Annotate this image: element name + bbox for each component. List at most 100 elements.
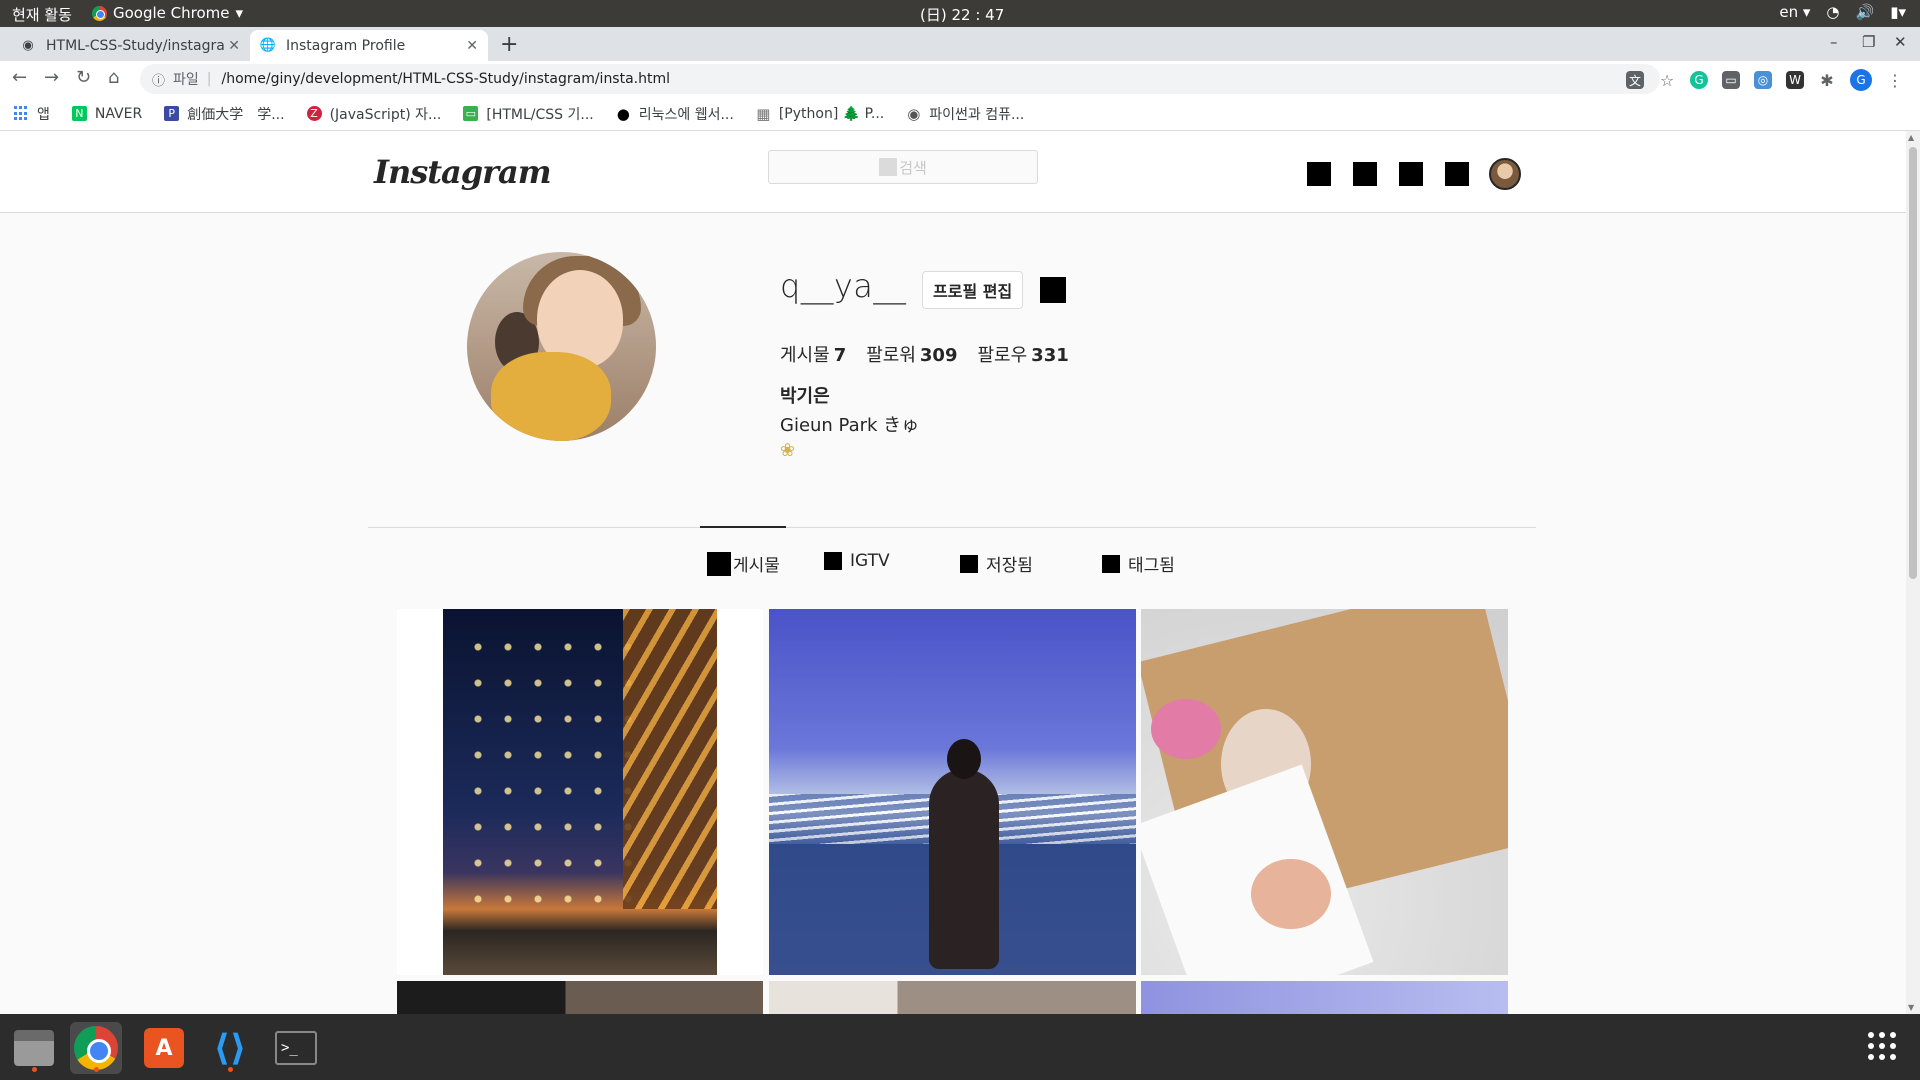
running-indicator — [94, 1067, 99, 1072]
tab-label: 저장됨 — [986, 556, 1033, 576]
bio-flower-icon: ❀ — [780, 440, 796, 461]
nav-profile-avatar[interactable] — [1489, 158, 1521, 190]
search-placeholder: 검색 — [899, 158, 927, 177]
post-thumbnail[interactable] — [397, 981, 763, 1014]
volume-icon: 🔊 — [1855, 3, 1875, 21]
profile-bio: Gieun Park きゅ — [780, 415, 920, 436]
bookmark-z-icon: Z — [306, 106, 322, 121]
tab-saved[interactable]: 저장됨 — [960, 551, 1033, 576]
address-bar[interactable]: ⓘ 파일 | /home/giny/development/HTML-CSS-S… — [140, 64, 1660, 94]
home-nav-icon[interactable] — [1307, 162, 1331, 186]
person-head — [947, 739, 981, 779]
bookmark-javascript[interactable]: Z (JavaScript) 자... — [306, 104, 442, 124]
post-thumbnail[interactable] — [397, 609, 763, 975]
bookmark-python[interactable]: ▦ [Python] 🌲 P... — [756, 104, 885, 123]
browser-toolbar: ← → ↻ ⌂ ⓘ 파일 | /home/giny/development/HT… — [0, 61, 1920, 97]
star-icon[interactable]: ☆ — [1658, 71, 1676, 90]
back-icon[interactable]: ← — [12, 67, 27, 88]
activities-button[interactable]: 현재 활동 — [12, 4, 72, 25]
url-text[interactable]: /home/giny/development/HTML-CSS-Study/in… — [222, 71, 671, 87]
page-scrollbar[interactable]: ▲ ▼ — [1906, 131, 1920, 1014]
terminal-icon: >_ — [275, 1031, 317, 1065]
tab-posts[interactable]: 게시물 — [707, 551, 780, 576]
puzzle-icon[interactable]: ✱ — [1818, 71, 1836, 90]
post-thumbnail[interactable] — [1141, 981, 1508, 1014]
dock-software-store[interactable]: A — [138, 1022, 190, 1074]
info-icon[interactable]: ⓘ — [152, 70, 165, 89]
tab-github[interactable]: ◉ HTML-CSS-Study/instagra ✕ — [10, 30, 250, 61]
explore-icon[interactable] — [1399, 162, 1423, 186]
post-thumbnail[interactable] — [769, 981, 1136, 1014]
tab-igtv[interactable]: IGTV — [824, 551, 890, 571]
running-indicator — [32, 1067, 37, 1072]
dock-files[interactable] — [8, 1022, 60, 1074]
profile-avatar[interactable] — [467, 252, 656, 441]
extension-camera-icon[interactable]: ◎ — [1754, 71, 1772, 89]
github-icon: ◉ — [22, 38, 34, 53]
close-icon[interactable]: ✕ — [228, 38, 240, 54]
profile-username: q__ya__ — [780, 267, 907, 305]
direct-message-icon[interactable] — [1353, 162, 1377, 186]
stat-posts: 게시물 7 — [780, 345, 847, 366]
minimize-icon[interactable]: – — [1830, 33, 1838, 51]
tab-title: Instagram Profile — [286, 37, 406, 54]
scroll-down-icon[interactable]: ▼ — [1908, 1003, 1914, 1012]
language-indicator[interactable]: en ▾ — [1779, 3, 1810, 21]
dock-vscode[interactable]: ⟨⟩ — [204, 1022, 256, 1074]
instagram-logo[interactable]: Instagram — [374, 153, 552, 191]
search-icon — [879, 158, 898, 176]
bookmark-naver[interactable]: N NAVER — [71, 106, 142, 122]
tab-tagged[interactable]: 태그됨 — [1102, 551, 1175, 576]
bookmark-label: 앱 — [37, 106, 50, 123]
app-menu[interactable]: Google Chrome ▾ — [92, 4, 243, 22]
activity-heart-icon[interactable] — [1445, 162, 1469, 186]
scrollbar-thumb[interactable] — [1909, 147, 1917, 579]
apps-grid-icon — [14, 106, 29, 121]
bookmark-html-css[interactable]: ▭ [HTML/CSS 기... — [463, 104, 594, 124]
bookmark-python-computer[interactable]: ◉ 파이썬과 컴퓨... — [906, 104, 1024, 124]
bookmark-soka[interactable]: P 創価大学 学... — [164, 104, 285, 124]
show-applications-icon[interactable] — [1868, 1032, 1896, 1060]
tab-divider — [368, 527, 1536, 528]
home-icon[interactable]: ⌂ — [108, 67, 119, 88]
post-thumbnail[interactable] — [769, 609, 1136, 975]
tab-label: 태그됨 — [1128, 556, 1175, 576]
search-input[interactable]: 검색 — [768, 150, 1038, 184]
system-tray[interactable]: en ▾ ◔ 🔊 ▮▾ — [1779, 3, 1906, 21]
tab-instagram-profile[interactable]: 🌐 Instagram Profile ✕ — [250, 30, 488, 61]
dock-chrome[interactable] — [70, 1022, 122, 1074]
bookmark-label: [HTML/CSS 기... — [486, 106, 594, 123]
close-icon[interactable]: ✕ — [466, 38, 478, 54]
dock-terminal[interactable]: >_ — [270, 1022, 322, 1074]
more-vert-icon[interactable]: ⋮ — [1886, 71, 1904, 90]
stat-following[interactable]: 팔로우 331 — [977, 341, 1068, 367]
bookmark-label: [Python] 🌲 P... — [778, 105, 885, 122]
chrome-icon — [74, 1026, 118, 1070]
igtv-icon — [824, 552, 842, 570]
settings-icon[interactable] — [1040, 277, 1066, 303]
bookmark-dot-icon: ● — [616, 104, 630, 123]
bookmark-linux-webserver[interactable]: ● 리눅스에 웹서... — [616, 104, 734, 124]
forward-icon[interactable]: → — [44, 67, 59, 88]
bookmark-label: (JavaScript) 자... — [329, 106, 442, 123]
bookmark-grid-icon: ▦ — [756, 104, 771, 123]
new-tab-button[interactable]: + — [500, 32, 518, 57]
toolbar-extensions: 文 ☆ G ▭ ◎ W ✱ G ⋮ — [1626, 69, 1904, 91]
reload-icon[interactable]: ↻ — [76, 67, 91, 88]
clock[interactable]: (日) 22 : 47 — [920, 4, 1004, 25]
grammarly-icon[interactable]: G — [1690, 71, 1708, 89]
scroll-up-icon[interactable]: ▲ — [1908, 133, 1914, 142]
window-close-icon[interactable]: ✕ — [1894, 33, 1907, 51]
bookmark-apps[interactable]: 앱 — [14, 104, 50, 124]
restore-icon[interactable]: ❐ — [1862, 33, 1875, 51]
post-thumbnail[interactable] — [1141, 609, 1508, 975]
tab-label: IGTV — [850, 551, 890, 571]
profile-icon[interactable]: G — [1850, 69, 1872, 91]
translate-icon[interactable]: 文 — [1626, 71, 1644, 89]
edit-profile-button[interactable]: 프로필 편집 — [922, 271, 1024, 309]
stat-followers[interactable]: 팔로워 309 — [866, 341, 957, 367]
extension-w-icon[interactable]: W — [1786, 71, 1804, 89]
software-store-icon: A — [144, 1028, 184, 1068]
system-top-bar: 현재 활동 Google Chrome ▾ (日) 22 : 47 en ▾ ◔… — [0, 0, 1920, 27]
extension-box-icon[interactable]: ▭ — [1722, 71, 1740, 89]
